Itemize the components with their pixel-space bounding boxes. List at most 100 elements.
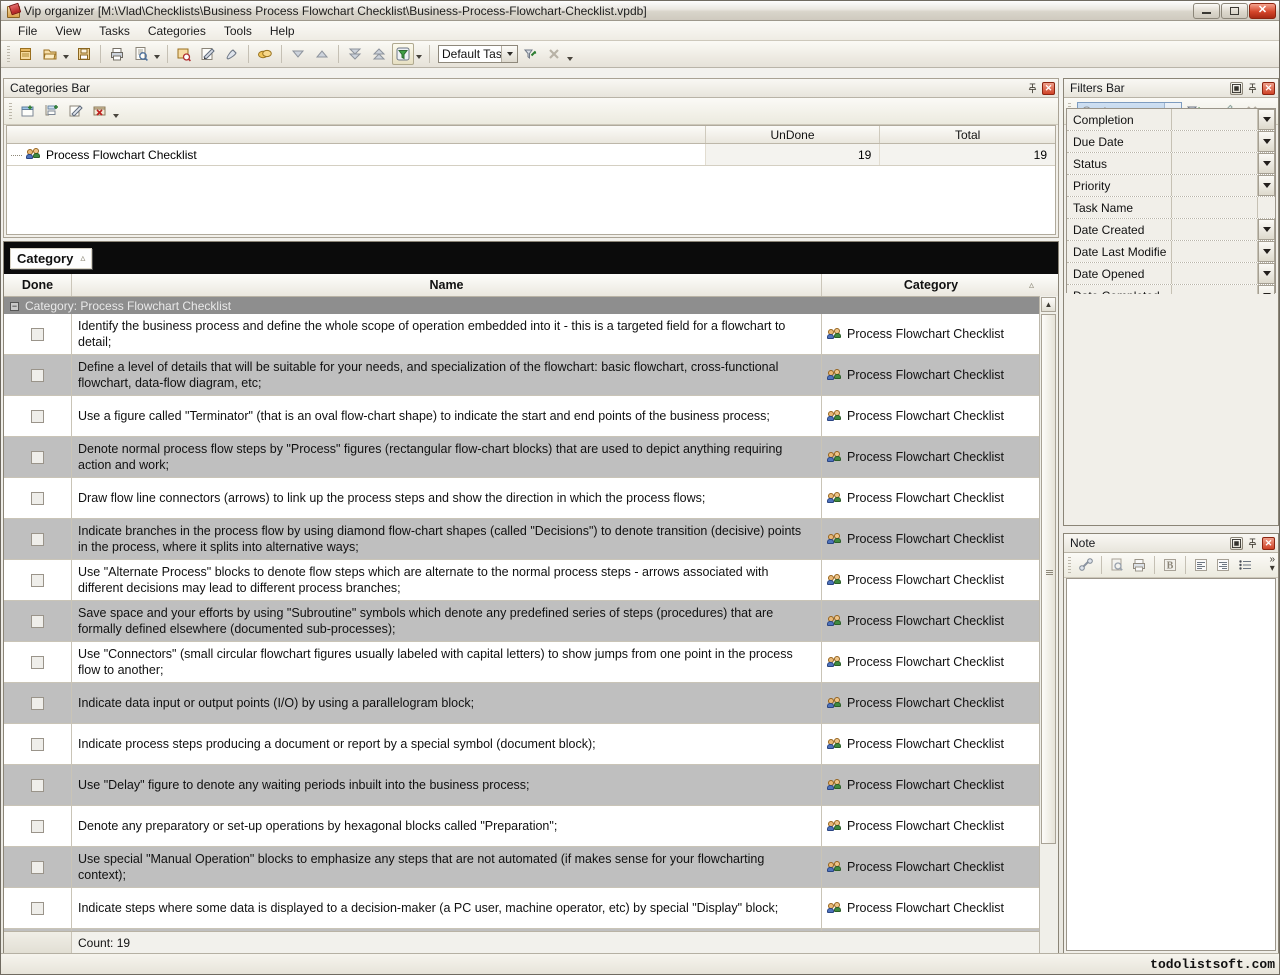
task-name-cell[interactable]: Use "Alternate Process" blocks to denote… <box>72 560 822 600</box>
task-name-cell[interactable]: Indicate branches in the process flow by… <box>72 519 822 559</box>
note-text-area[interactable] <box>1066 578 1276 951</box>
group-by-band[interactable]: Category ▵ <box>4 242 1058 274</box>
preview-note-icon[interactable] <box>1107 555 1127 575</box>
open-database-icon[interactable] <box>39 43 61 65</box>
task-done-cell[interactable] <box>4 437 72 477</box>
menu-item-file[interactable]: File <box>9 22 46 40</box>
task-name-cell[interactable]: Denote normal process flow steps by "Pro… <box>72 437 822 477</box>
table-row[interactable]: Indicate branches in the process flow by… <box>4 519 1040 560</box>
task-category-cell[interactable]: Process Flowchart Checklist <box>822 847 1040 887</box>
task-done-cell[interactable] <box>4 396 72 436</box>
filter-row-value[interactable] <box>1172 197 1258 218</box>
filter-dropdown-icon[interactable] <box>1258 153 1275 174</box>
task-properties-icon[interactable] <box>221 43 243 65</box>
task-category-cell[interactable]: Process Flowchart Checklist <box>822 765 1040 805</box>
task-done-cell[interactable] <box>4 519 72 559</box>
filter-dropdown-icon[interactable] <box>1258 175 1275 196</box>
filter-row[interactable]: Date Created <box>1067 219 1275 241</box>
done-checkbox[interactable] <box>31 779 44 792</box>
filter-row-value[interactable] <box>1172 131 1258 152</box>
insert-link-icon[interactable] <box>1076 555 1096 575</box>
task-name-cell[interactable]: Define a level of details that will be s… <box>72 355 822 395</box>
scrollbar-thumb[interactable] <box>1041 314 1056 844</box>
toolbar-grip[interactable] <box>7 46 10 63</box>
column-header-category[interactable]: Category ▵ <box>822 274 1040 296</box>
menu-item-tools[interactable]: Tools <box>215 22 261 40</box>
filter-row[interactable]: Due Date <box>1067 131 1275 153</box>
table-row[interactable]: Save space and your efforts by using "Su… <box>4 601 1040 642</box>
table-row[interactable]: Denote normal process flow steps by "Pro… <box>4 437 1040 478</box>
task-category-cell[interactable]: Process Flowchart Checklist <box>822 519 1040 559</box>
open-dropdown-caret[interactable] <box>63 55 69 59</box>
categories-toolbar-grip[interactable] <box>9 103 12 120</box>
task-name-cell[interactable]: Use "Connectors" (small circular flowcha… <box>72 642 822 682</box>
table-row[interactable]: Use "Connectors" (small circular flowcha… <box>4 642 1040 683</box>
delete-category-icon[interactable] <box>89 100 111 122</box>
task-filter-dropdown-icon[interactable] <box>501 46 517 62</box>
task-name-cell[interactable]: Use special "Manual Operation" blocks to… <box>72 847 822 887</box>
scroll-up-button[interactable]: ▲ <box>1041 297 1056 312</box>
table-row[interactable]: Indicate process steps producing a docum… <box>4 724 1040 765</box>
done-checkbox[interactable] <box>31 861 44 874</box>
move-down-icon[interactable] <box>287 43 309 65</box>
filter-row-value[interactable] <box>1172 109 1258 130</box>
filters-bar-dock-icon[interactable] <box>1230 82 1243 95</box>
done-checkbox[interactable] <box>31 451 44 464</box>
done-checkbox[interactable] <box>31 697 44 710</box>
task-category-cell[interactable]: Process Flowchart Checklist <box>822 642 1040 682</box>
filter-row[interactable]: Task Name <box>1067 197 1275 219</box>
filter-row-value[interactable] <box>1172 263 1258 284</box>
table-row[interactable]: Indicate steps where some data is displa… <box>4 888 1040 929</box>
task-name-cell[interactable]: Use "Delay" figure to denote any waiting… <box>72 765 822 805</box>
note-pin-icon[interactable] <box>1246 537 1259 550</box>
filter-view-icon[interactable] <box>392 43 414 65</box>
menu-item-categories[interactable]: Categories <box>139 22 215 40</box>
print-note-icon[interactable] <box>1129 555 1149 575</box>
filter-dropdown-icon[interactable] <box>1258 219 1275 240</box>
task-category-cell[interactable]: Process Flowchart Checklist <box>822 396 1040 436</box>
task-name-cell[interactable]: Draw flow line connectors (arrows) to li… <box>72 478 822 518</box>
task-category-cell[interactable]: Process Flowchart Checklist <box>822 888 1040 928</box>
task-category-cell[interactable]: Process Flowchart Checklist <box>822 314 1040 354</box>
task-done-cell[interactable] <box>4 847 72 887</box>
task-name-cell[interactable]: Identify the business process and define… <box>72 314 822 354</box>
move-up-icon[interactable] <box>311 43 333 65</box>
note-toolbar-overflow-icon[interactable]: »▾ <box>1269 555 1275 573</box>
filter-row-value[interactable] <box>1172 219 1258 240</box>
done-checkbox[interactable] <box>31 574 44 587</box>
task-category-cell[interactable]: Process Flowchart Checklist <box>822 601 1040 641</box>
table-row[interactable]: Indicate data input or output points (I/… <box>4 683 1040 724</box>
group-collapse-icon[interactable]: − <box>10 302 19 311</box>
table-row[interactable]: Identify the business process and define… <box>4 314 1040 355</box>
filter-row[interactable]: Priority <box>1067 175 1275 197</box>
pin-icon[interactable] <box>1026 82 1039 95</box>
note-dock-icon[interactable] <box>1230 537 1243 550</box>
task-name-cell[interactable]: Indicate steps where some data is displa… <box>72 888 822 928</box>
clear-filter-icon[interactable] <box>543 43 565 65</box>
find-task-icon[interactable] <box>173 43 195 65</box>
task-category-cell[interactable]: Process Flowchart Checklist <box>822 437 1040 477</box>
filter-row-value[interactable] <box>1172 153 1258 174</box>
task-done-cell[interactable] <box>4 806 72 846</box>
done-checkbox[interactable] <box>31 656 44 669</box>
task-done-cell[interactable] <box>4 683 72 723</box>
filter-row-value[interactable] <box>1172 241 1258 262</box>
task-done-cell[interactable] <box>4 314 72 354</box>
table-row[interactable]: Use "Delay" figure to denote any waiting… <box>4 765 1040 806</box>
menu-item-tasks[interactable]: Tasks <box>90 22 139 40</box>
table-row[interactable]: Define a level of details that will be s… <box>4 355 1040 396</box>
categories-column-undone[interactable]: UnDone <box>706 126 881 143</box>
category-row[interactable]: Process Flowchart Checklist 19 19 <box>7 144 1055 166</box>
minimize-button[interactable] <box>1193 3 1220 19</box>
filter-row[interactable]: Status <box>1067 153 1275 175</box>
filter-dropdown-icon[interactable] <box>1258 131 1275 152</box>
close-button[interactable]: ✕ <box>1249 3 1276 19</box>
edit-category-icon[interactable] <box>65 100 87 122</box>
align-right-icon[interactable] <box>1213 555 1233 575</box>
task-category-cell[interactable]: Process Flowchart Checklist <box>822 478 1040 518</box>
toolbar-overflow-caret[interactable] <box>567 57 573 61</box>
filter-dropdown-icon[interactable] <box>1258 241 1275 262</box>
group-by-chip-category[interactable]: Category ▵ <box>10 248 92 269</box>
task-name-cell[interactable]: Indicate process steps producing a docum… <box>72 724 822 764</box>
done-checkbox[interactable] <box>31 615 44 628</box>
